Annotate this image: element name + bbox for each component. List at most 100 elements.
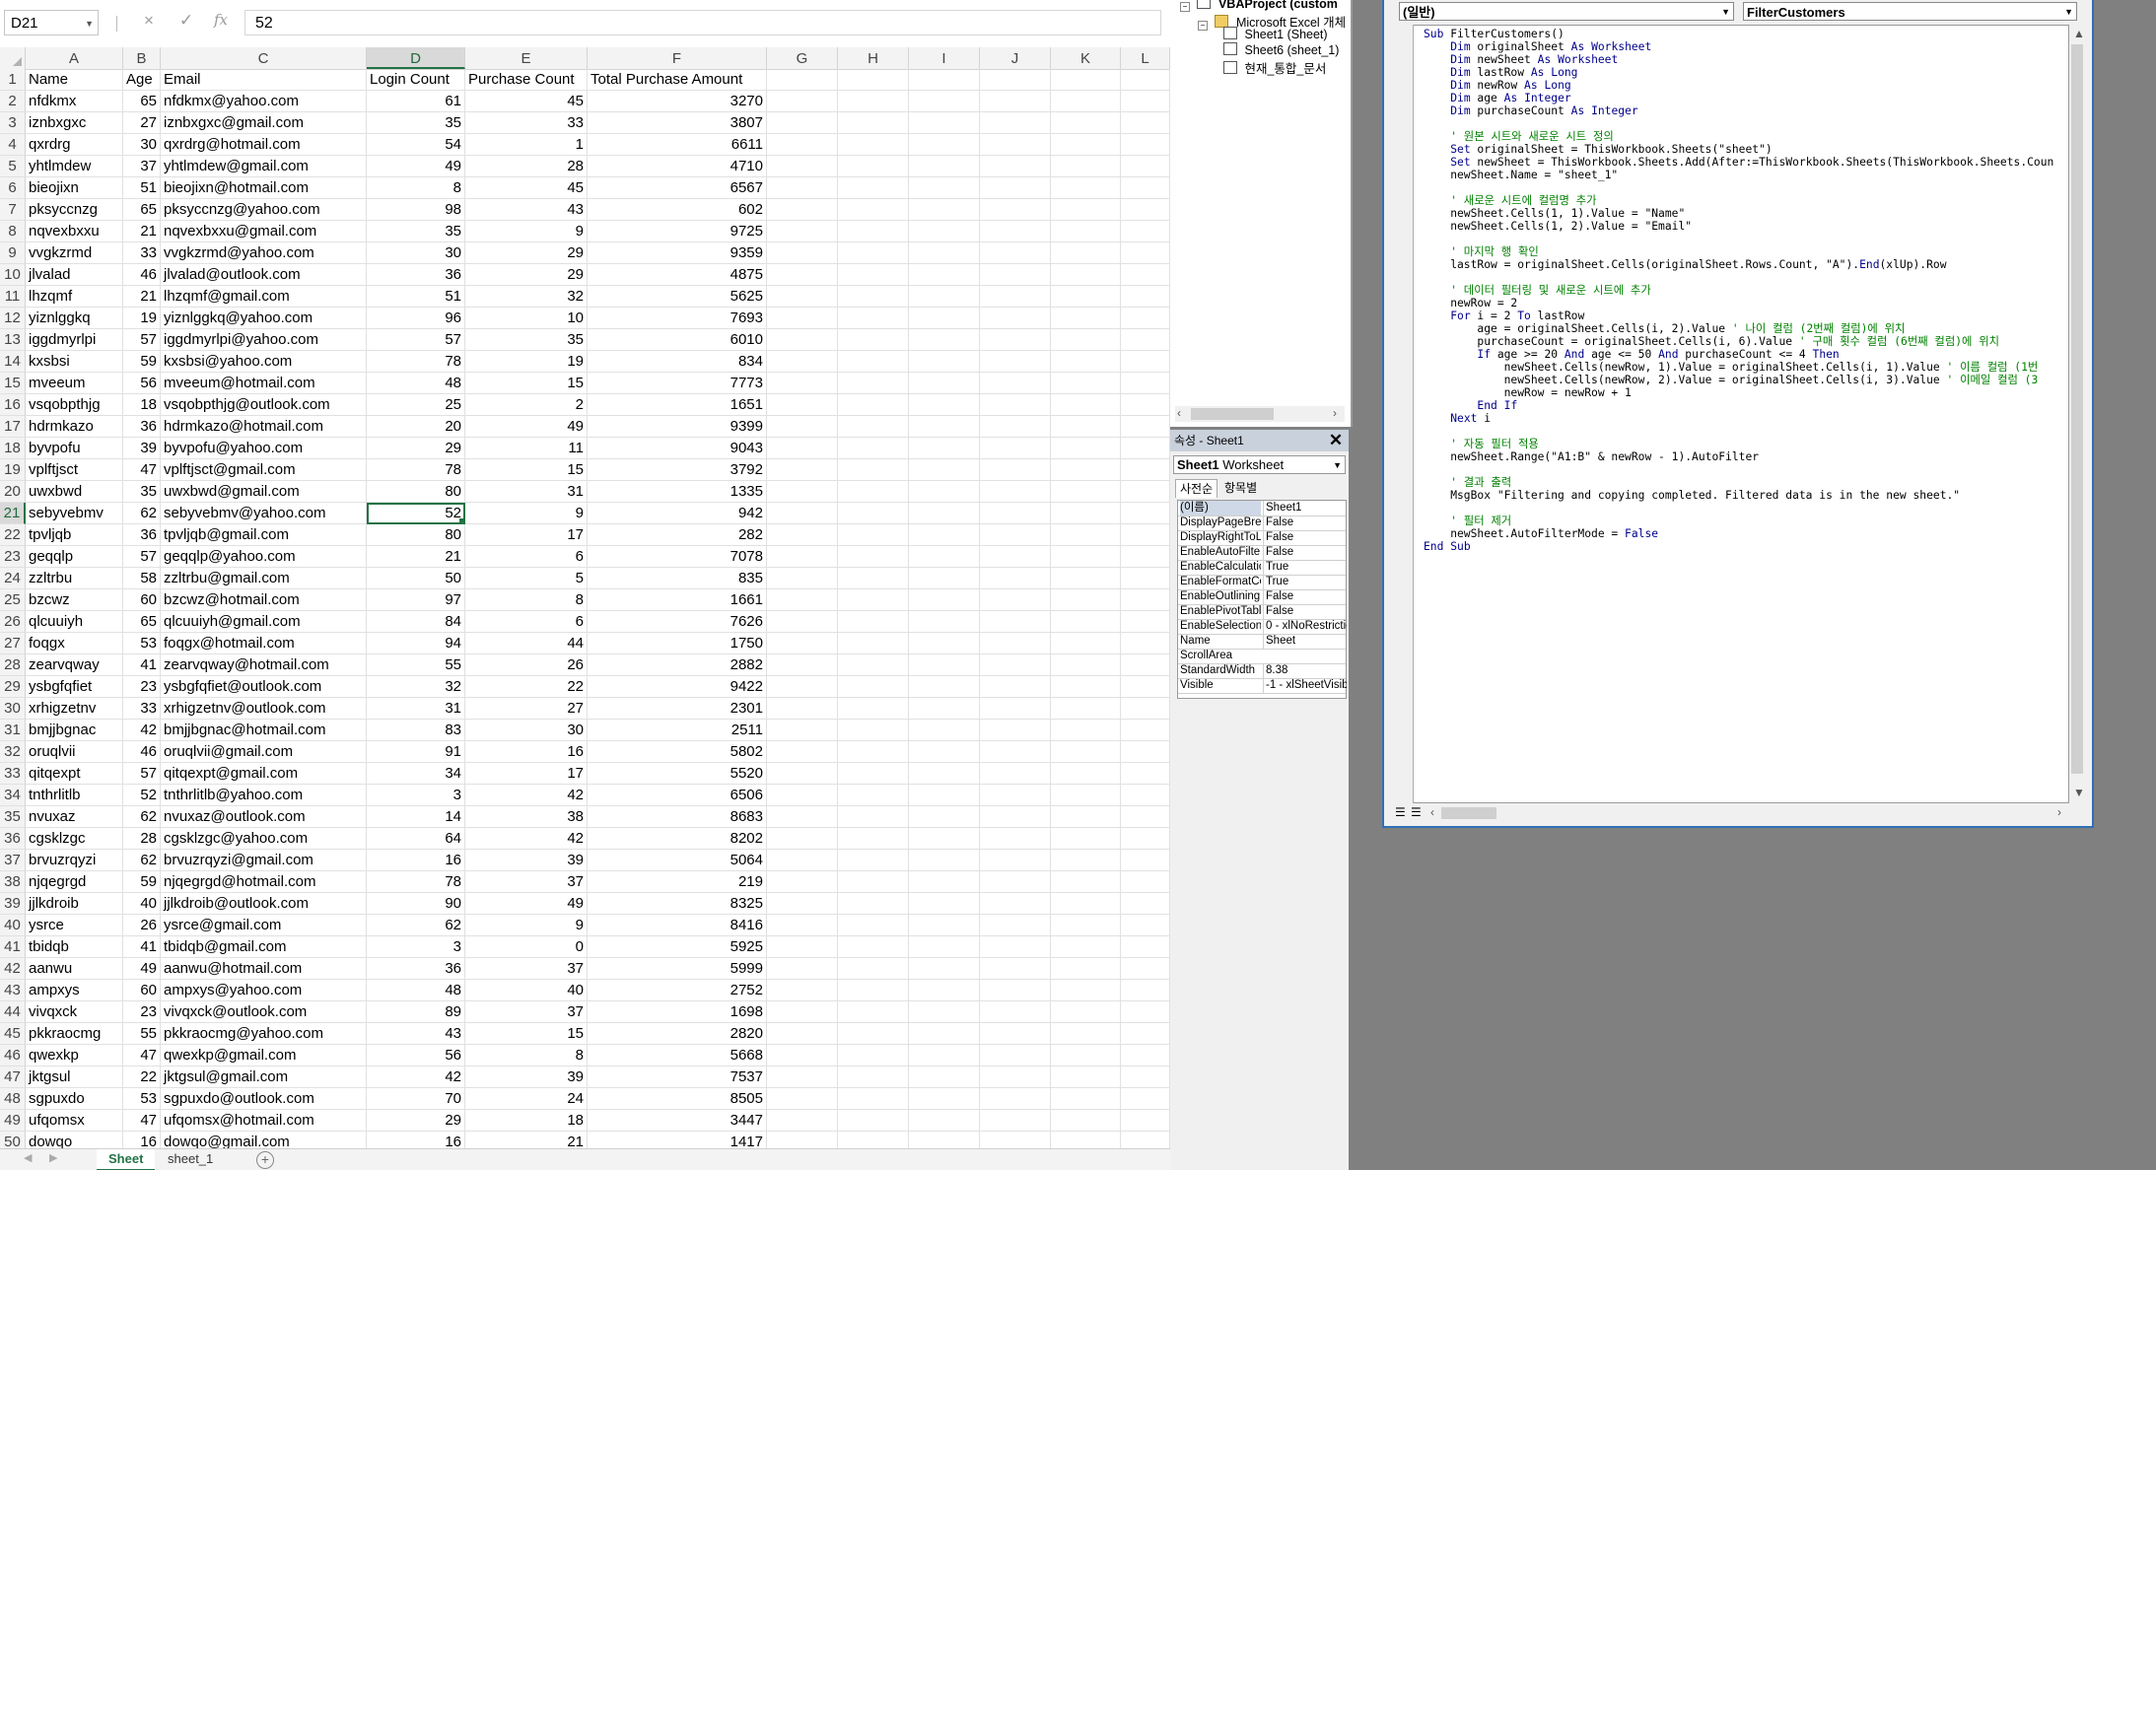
row-header[interactable]: 27 — [0, 633, 26, 654]
cell-i2[interactable] — [909, 91, 980, 112]
cell-i19[interactable] — [909, 459, 980, 481]
cell-g22[interactable] — [767, 524, 838, 546]
cell-c34[interactable]: tnthrlitlb@yahoo.com — [161, 785, 367, 806]
cell-d36[interactable]: 64 — [367, 828, 465, 850]
cell-c7[interactable]: pksyccnzg@yahoo.com — [161, 199, 367, 221]
cell-j42[interactable] — [980, 958, 1051, 980]
cell-k18[interactable] — [1051, 438, 1121, 459]
cell-h18[interactable] — [838, 438, 909, 459]
cell-e10[interactable]: 29 — [465, 264, 588, 286]
cell-l18[interactable] — [1121, 438, 1170, 459]
cell-k3[interactable] — [1051, 112, 1121, 134]
cell-f10[interactable]: 4875 — [588, 264, 767, 286]
cell-a27[interactable]: foqgx — [26, 633, 123, 654]
cell-h38[interactable] — [838, 871, 909, 893]
cell-h36[interactable] — [838, 828, 909, 850]
cell-l48[interactable] — [1121, 1088, 1170, 1110]
cell-j29[interactable] — [980, 676, 1051, 698]
tree-item-project[interactable]: − VBAProject (custom — [1180, 0, 1338, 12]
cell-g32[interactable] — [767, 741, 838, 763]
cell-j16[interactable] — [980, 394, 1051, 416]
cell-i3[interactable] — [909, 112, 980, 134]
cell-j44[interactable] — [980, 1001, 1051, 1023]
property-value[interactable]: Sheet — [1263, 634, 1347, 649]
cell-l2[interactable] — [1121, 91, 1170, 112]
cell-e16[interactable]: 2 — [465, 394, 588, 416]
cell-i37[interactable] — [909, 850, 980, 871]
cell-e7[interactable]: 43 — [465, 199, 588, 221]
cell-j14[interactable] — [980, 351, 1051, 373]
cell-f23[interactable]: 7078 — [588, 546, 767, 568]
cell-f4[interactable]: 6611 — [588, 134, 767, 156]
property-value[interactable]: 8.38 — [1263, 663, 1347, 678]
cell-c27[interactable]: foqgx@hotmail.com — [161, 633, 367, 654]
cell-g17[interactable] — [767, 416, 838, 438]
column-header-h[interactable]: H — [838, 47, 909, 69]
cell-g39[interactable] — [767, 893, 838, 915]
cell-d40[interactable]: 62 — [367, 915, 465, 936]
cell-b17[interactable]: 36 — [123, 416, 161, 438]
cell-i21[interactable] — [909, 503, 980, 524]
cell-e43[interactable]: 40 — [465, 980, 588, 1001]
cell-l15[interactable] — [1121, 373, 1170, 394]
cell-a21[interactable]: sebyvebmv — [26, 503, 123, 524]
cell-b1[interactable]: Age — [123, 69, 161, 91]
cell-c20[interactable]: uwxbwd@gmail.com — [161, 481, 367, 503]
cell-a22[interactable]: tpvljqb — [26, 524, 123, 546]
cell-g9[interactable] — [767, 242, 838, 264]
cell-b24[interactable]: 58 — [123, 568, 161, 589]
cell-l41[interactable] — [1121, 936, 1170, 958]
cell-k16[interactable] — [1051, 394, 1121, 416]
cell-b7[interactable]: 65 — [123, 199, 161, 221]
cell-k8[interactable] — [1051, 221, 1121, 242]
cell-c5[interactable]: yhtlmdew@gmail.com — [161, 156, 367, 177]
cell-b40[interactable]: 26 — [123, 915, 161, 936]
property-row[interactable]: Visible -1 - xlSheetVisible — [1178, 678, 1347, 694]
row-header[interactable]: 38 — [0, 871, 26, 893]
cell-c2[interactable]: nfdkmx@yahoo.com — [161, 91, 367, 112]
cell-f44[interactable]: 1698 — [588, 1001, 767, 1023]
cell-k33[interactable] — [1051, 763, 1121, 785]
cell-g25[interactable] — [767, 589, 838, 611]
cell-h5[interactable] — [838, 156, 909, 177]
cell-i4[interactable] — [909, 134, 980, 156]
cell-a1[interactable]: Name — [26, 69, 123, 91]
row-header[interactable]: 23 — [0, 546, 26, 568]
cell-i45[interactable] — [909, 1023, 980, 1045]
cell-f41[interactable]: 5925 — [588, 936, 767, 958]
cell-c26[interactable]: qlcuuiyh@gmail.com — [161, 611, 367, 633]
cell-b4[interactable]: 30 — [123, 134, 161, 156]
cell-k47[interactable] — [1051, 1066, 1121, 1088]
cell-g29[interactable] — [767, 676, 838, 698]
cell-k37[interactable] — [1051, 850, 1121, 871]
chevron-down-icon[interactable]: ▼ — [85, 11, 94, 36]
cell-l36[interactable] — [1121, 828, 1170, 850]
cell-h43[interactable] — [838, 980, 909, 1001]
cell-b16[interactable]: 18 — [123, 394, 161, 416]
cell-i14[interactable] — [909, 351, 980, 373]
cell-g49[interactable] — [767, 1110, 838, 1132]
cell-f43[interactable]: 2752 — [588, 980, 767, 1001]
cell-j23[interactable] — [980, 546, 1051, 568]
cell-j13[interactable] — [980, 329, 1051, 351]
cell-b41[interactable]: 41 — [123, 936, 161, 958]
cell-j50[interactable] — [980, 1132, 1051, 1148]
cell-k29[interactable] — [1051, 676, 1121, 698]
property-row[interactable]: EnableSelection0 - xlNoRestrictions — [1178, 619, 1347, 635]
cell-b21[interactable]: 62 — [123, 503, 161, 524]
cell-f14[interactable]: 834 — [588, 351, 767, 373]
scrollbar-thumb[interactable] — [2071, 44, 2083, 774]
properties-object-select[interactable]: Sheet1 Worksheet ▼ — [1173, 455, 1346, 474]
cell-l11[interactable] — [1121, 286, 1170, 308]
cell-b12[interactable]: 19 — [123, 308, 161, 329]
cell-e12[interactable]: 10 — [465, 308, 588, 329]
cell-l16[interactable] — [1121, 394, 1170, 416]
cell-a9[interactable]: vvgkzrmd — [26, 242, 123, 264]
procedure-combo[interactable]: FilterCustomers ▼ — [1743, 2, 2077, 21]
cell-c6[interactable]: bieojixn@hotmail.com — [161, 177, 367, 199]
cell-j9[interactable] — [980, 242, 1051, 264]
cell-f2[interactable]: 3270 — [588, 91, 767, 112]
cell-i18[interactable] — [909, 438, 980, 459]
cell-l23[interactable] — [1121, 546, 1170, 568]
cell-l34[interactable] — [1121, 785, 1170, 806]
